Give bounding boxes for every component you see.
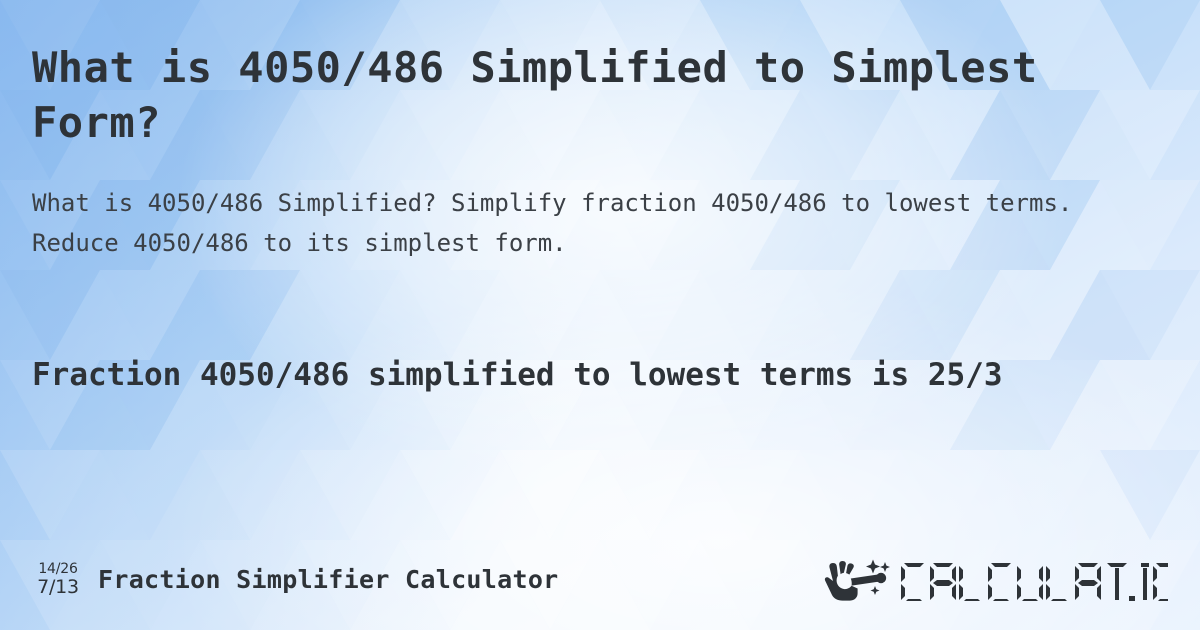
fraction-simplify-icon: 14/26 7/13 bbox=[32, 562, 84, 597]
magic-wand-hand-icon bbox=[824, 559, 890, 601]
fraction-icon-bottom: 7/13 bbox=[37, 575, 79, 598]
share-card: What is 4050/486 Simplified to Simplest … bbox=[0, 0, 1200, 630]
fraction-icon-top: 14/26 bbox=[38, 560, 78, 577]
page-title: What is 4050/486 Simplified to Simplest … bbox=[32, 43, 1038, 147]
result-statement: Fraction 4050/486 simplified to lowest t… bbox=[32, 357, 1003, 393]
footer: 14/26 7/13 Fraction Simplifier Calculato… bbox=[0, 548, 1200, 610]
footer-calculator-name: Fraction Simplifier Calculator bbox=[98, 564, 559, 594]
footer-brand-group: 14/26 7/13 Fraction Simplifier Calculato… bbox=[32, 562, 559, 597]
calculatio-logo[interactable] bbox=[823, 557, 1168, 601]
content-area: What is 4050/486 Simplified to Simplest … bbox=[0, 0, 1200, 630]
calculatio-wordmark bbox=[901, 563, 1168, 601]
page-description: What is 4050/486 Simplified? Simplify fr… bbox=[32, 189, 1073, 257]
brand-logo-group[interactable] bbox=[823, 557, 1168, 601]
